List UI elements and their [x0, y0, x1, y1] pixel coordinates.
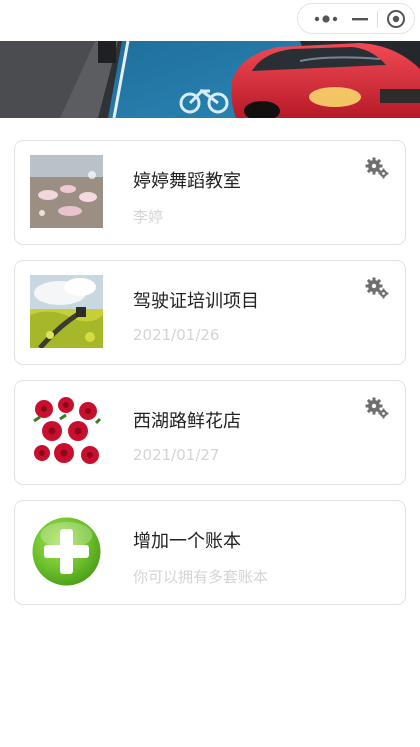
account-subtitle: 李婷: [133, 208, 164, 226]
account-subtitle: 2021/01/26: [133, 326, 220, 344]
capsule-divider: [377, 11, 378, 28]
banner-image: [0, 41, 420, 118]
menu-capsule: [297, 3, 415, 34]
add-book-title: 增加一个账本: [133, 531, 241, 552]
green-plus-icon: [30, 515, 103, 588]
gears-icon[interactable]: [365, 157, 389, 179]
train-field-photo: [30, 275, 103, 348]
more-dots-icon[interactable]: [308, 4, 344, 33]
add-book-subtitle: 你可以拥有多套账本: [133, 568, 269, 586]
minimize-icon[interactable]: [346, 4, 374, 33]
account-card-dance[interactable]: 婷婷舞蹈教室 李婷: [14, 140, 406, 245]
gears-icon[interactable]: [365, 397, 389, 419]
target-close-icon[interactable]: [384, 4, 408, 33]
account-title: 西湖路鲜花店: [133, 411, 241, 432]
account-title: 婷婷舞蹈教室: [133, 171, 241, 192]
account-card-driving[interactable]: 驾驶证培训项目 2021/01/26: [14, 260, 406, 365]
dance-class-photo: [30, 155, 103, 228]
gears-icon[interactable]: [365, 277, 389, 299]
street-car-photo: [0, 41, 420, 118]
account-title: 驾驶证培训项目: [133, 291, 259, 312]
add-account-book-card[interactable]: 增加一个账本 你可以拥有多套账本: [14, 500, 406, 605]
roses-photo: [30, 395, 103, 468]
account-subtitle: 2021/01/27: [133, 446, 220, 464]
top-bar: [0, 0, 420, 41]
account-card-flowers[interactable]: 西湖路鲜花店 2021/01/27: [14, 380, 406, 485]
screen: 婷婷舞蹈教室 李婷 驾驶证培训项目 2021/01/26 西湖路鲜花店 2021…: [0, 0, 420, 747]
